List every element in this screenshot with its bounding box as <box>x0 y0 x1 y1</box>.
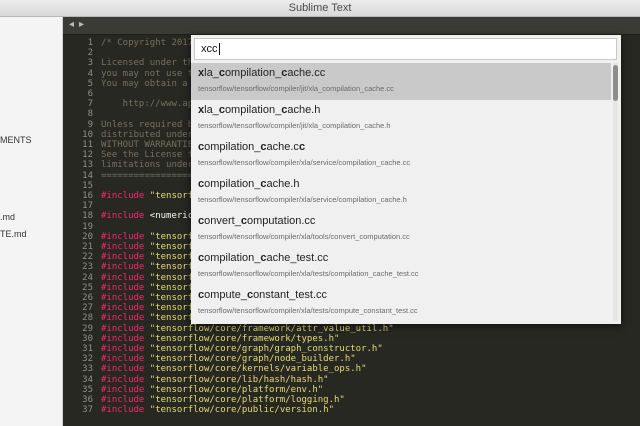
include-keyword: #include <box>101 384 145 395</box>
goto-anything-palette: xcc xla_compilation_cache.cc tensorflow/t… <box>191 35 621 324</box>
filename-part: la_ <box>204 104 219 116</box>
include-keyword: #include <box>101 282 145 293</box>
sidebar-item[interactable]: .md <box>0 212 15 222</box>
result-filename: compilation_cache_test.cc <box>198 252 328 264</box>
window-title: Sublime Text <box>288 2 352 14</box>
filename-part: ompilation_ <box>204 141 261 153</box>
include-path: "tensorflow/core/kernels/variable_ops.h" <box>144 364 367 375</box>
result-filename: xla_compilation_cache.h <box>198 104 320 116</box>
filename-part: ompilation_ <box>224 67 282 79</box>
query-text: xcc <box>201 43 218 55</box>
include-keyword: #include <box>101 354 145 365</box>
filename-part: ompilation_ <box>224 104 282 116</box>
include-keyword: #include <box>101 323 145 334</box>
result-list: xla_compilation_cache.cc tensorflow/tenso… <box>191 63 611 324</box>
tab-bar: ◂ ▸ <box>63 17 640 35</box>
include-keyword: #include <box>101 313 145 324</box>
comment-text: distributed under <box>101 129 194 140</box>
comment-text: limitations under <box>101 160 194 171</box>
result-item[interactable]: xla_compilation_cache.h tensorflow/tensor… <box>191 100 611 137</box>
include-keyword: #include <box>101 364 145 375</box>
result-scrollbar[interactable] <box>613 63 618 321</box>
include-keyword: #include <box>101 262 145 273</box>
include-keyword: #include <box>101 405 145 416</box>
include-keyword: #include <box>101 303 145 314</box>
result-filename: xla_compilation_cache.cc <box>198 67 325 79</box>
filename-part: ompute_ <box>204 289 247 301</box>
include-keyword: #include <box>101 252 145 263</box>
include-path: "tensorflow/core/public/version.h" <box>144 405 335 416</box>
include-path: "tensorflow/core/platform/env.h" <box>144 384 324 395</box>
filename-part: la_ <box>204 67 219 79</box>
comment-text: Unless required by <box>101 119 199 130</box>
result-path: tensorflow/tensorflow/compiler/xla/tests… <box>198 306 418 315</box>
result-item[interactable]: xla_compilation_cache.cc tensorflow/tenso… <box>191 63 611 100</box>
filename-part: ache.cc <box>287 67 326 79</box>
include-path: "tensorflow/core/framework/types.h" <box>144 333 340 344</box>
include-keyword: #include <box>101 191 145 201</box>
result-path: tensorflow/tensorflow/compiler/xla/servi… <box>198 195 407 204</box>
text-cursor <box>218 43 220 56</box>
comment-text: ================== <box>101 170 199 181</box>
include-path: "tensorflow/core/graph/graph_constructor… <box>144 344 383 354</box>
scrollbar-thumb[interactable] <box>613 65 618 101</box>
forward-arrow-icon[interactable]: ▸ <box>79 19 84 30</box>
comment-text: You may obtain a c <box>101 78 199 89</box>
result-filename: convert_computation.cc <box>198 215 315 227</box>
comment-text: http://www.apa <box>101 99 199 110</box>
include-path: "tensorflow/core/platform/logging.h" <box>144 395 345 405</box>
comment-text: WITHOUT WARRANTIES <box>101 140 199 150</box>
include-keyword: #include <box>101 272 145 283</box>
result-item[interactable]: compute_constant_test.cc tensorflow/tenso… <box>191 285 611 322</box>
line-number: 37 <box>82 405 93 416</box>
result-filename: compilation_cache.h <box>198 178 300 190</box>
filename-part: omputation.cc <box>246 215 316 227</box>
goto-anything-input[interactable]: xcc <box>194 38 617 60</box>
include-path: "tensorflow/core/lib/hash/hash.h" <box>144 374 329 385</box>
result-path: tensorflow/tensorflow/compiler/xla/servi… <box>198 158 411 167</box>
window-title-bar: Sublime Text <box>0 0 640 17</box>
comment-text: /* Copyright 2017 <box>101 38 194 48</box>
back-arrow-icon[interactable]: ◂ <box>69 19 74 30</box>
sidebar-item[interactable]: MENTS <box>0 135 32 145</box>
comment-text: Licensed under the <box>101 58 199 69</box>
include-path: "tensorflow/core/graph/node_builder.h" <box>144 354 356 365</box>
sidebar-item[interactable]: TE.md <box>0 229 27 239</box>
filename-part: ache.h <box>266 178 300 190</box>
filename-part: ompilation_ <box>204 178 261 190</box>
include-path: "tensorflow/core/framework/attr_value_ut… <box>144 323 394 334</box>
match-char: c <box>298 141 306 153</box>
include-keyword: #include <box>101 242 145 252</box>
result-path: tensorflow/tensorflow/compiler/jit/xla_c… <box>198 121 391 130</box>
filename-part: onvert_ <box>204 215 241 227</box>
include-keyword: #include <box>101 374 145 385</box>
include-keyword: #include <box>101 395 145 405</box>
result-path: tensorflow/tensorflow/compiler/jit/xla_c… <box>198 84 394 93</box>
filename-part: onstant_test.cc <box>253 289 328 301</box>
result-item[interactable]: compilation_cache.cc tensorflow/tensorflo… <box>191 137 611 174</box>
filename-part: ache.c <box>266 141 299 153</box>
comment-text: See the License fo <box>101 150 199 161</box>
include-keyword: #include <box>101 211 145 222</box>
sidebar: MENTS .md TE.md <box>0 17 63 426</box>
result-item[interactable]: compilation_cache.h tensorflow/tensorflow… <box>191 174 611 211</box>
include-keyword: #include <box>101 293 145 303</box>
result-path: tensorflow/tensorflow/compiler/xla/tools… <box>198 232 410 241</box>
filename-part: ache.h <box>287 104 321 116</box>
include-path: <numeric <box>144 211 194 222</box>
result-filename: compute_constant_test.cc <box>198 289 327 301</box>
include-keyword: #include <box>101 344 145 354</box>
filename-part: ompilation_ <box>204 252 261 264</box>
filename-part: ache_test.cc <box>266 252 329 264</box>
result-filename: compilation_cache.cc <box>198 141 305 153</box>
comment-text: you may not use th <box>101 68 199 79</box>
result-item[interactable]: compilation_cache_test.cc tensorflow/tens… <box>191 248 611 285</box>
code-line[interactable]: 37 #include "tensorflow/core/public/versi… <box>63 405 334 416</box>
result-item[interactable]: convert_computation.cc tensorflow/tensorf… <box>191 211 611 248</box>
result-path: tensorflow/tensorflow/compiler/xla/tests… <box>198 269 419 278</box>
include-keyword: #include <box>101 231 145 242</box>
include-keyword: #include <box>101 333 145 344</box>
